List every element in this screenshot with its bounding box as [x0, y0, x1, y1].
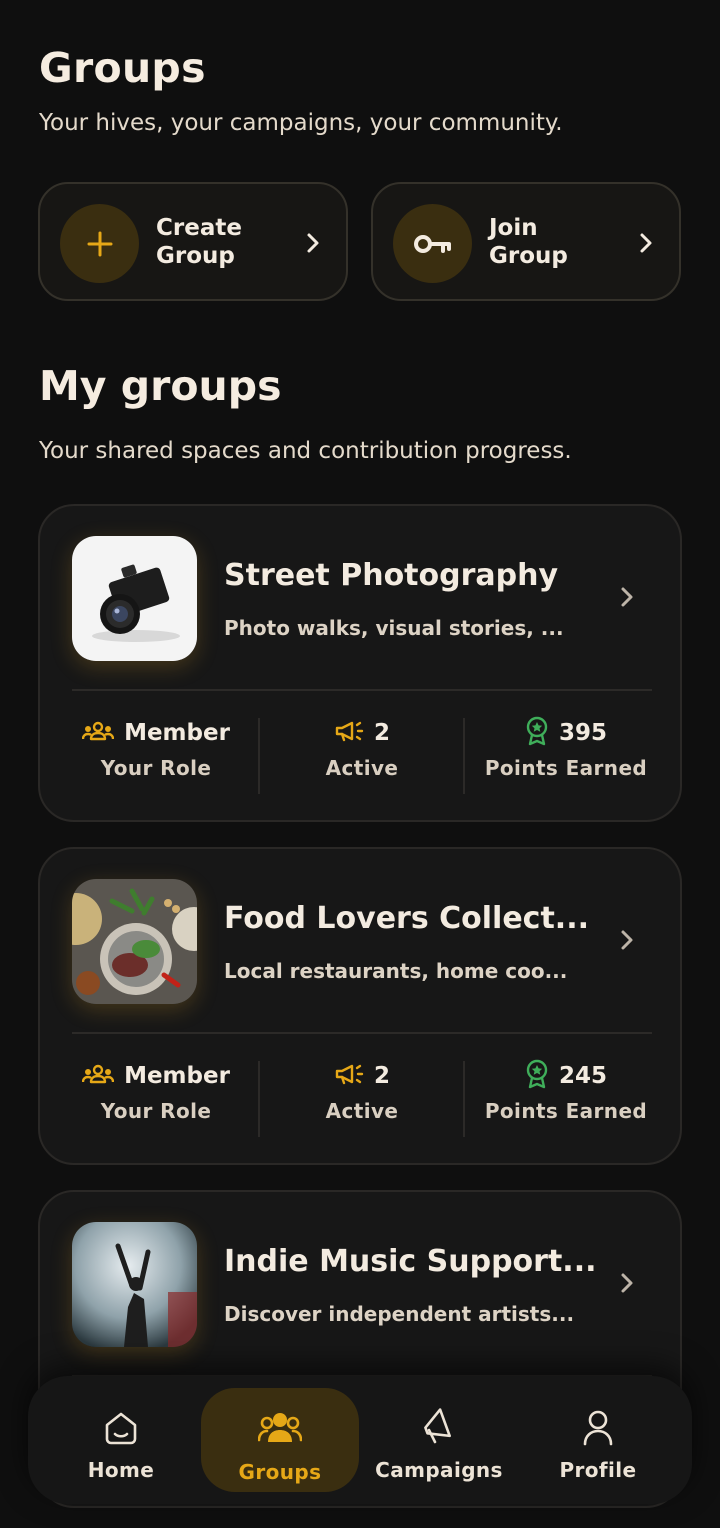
award-icon: [525, 716, 549, 750]
chevron-right-icon: [620, 1272, 634, 1298]
group-name: Indie Music Support...: [224, 1244, 597, 1279]
chevron-right-icon: [306, 232, 320, 258]
plus-icon: [60, 204, 139, 283]
points-label: Points Earned: [484, 1099, 648, 1123]
nav-groups-label: Groups: [238, 1460, 322, 1484]
groups-screen: Groups Your hives, your campaigns, your …: [0, 0, 720, 1528]
stat-separator: [463, 1061, 465, 1137]
divider: [72, 1032, 652, 1034]
stat-separator: [463, 718, 465, 794]
megaphone-icon: [334, 720, 364, 746]
nav-home[interactable]: Home: [42, 1388, 200, 1492]
active-label: Active: [325, 1099, 399, 1123]
active-stat: 2 Active: [264, 716, 460, 780]
join-group-button[interactable]: Join Group: [371, 182, 681, 301]
group-description: Discover independent artists...: [224, 1302, 575, 1326]
stat-separator: [258, 718, 260, 794]
group-description: Local restaurants, home coo...: [224, 959, 568, 983]
role-label: Your Role: [100, 1099, 212, 1123]
group-name: Street Photography: [224, 558, 559, 593]
my-groups-subtitle: Your shared spaces and contribution prog…: [39, 438, 572, 464]
stat-separator: [258, 1061, 260, 1137]
role-value: Member: [124, 1063, 230, 1089]
group-thumbnail: [72, 879, 197, 1004]
page-title: Groups: [39, 44, 206, 92]
divider: [72, 689, 652, 691]
create-group-button[interactable]: Create Group: [38, 182, 348, 301]
person-icon: [582, 1410, 614, 1450]
points-value: 245: [558, 1063, 607, 1089]
chevron-right-icon: [639, 232, 653, 258]
group-card-food-lovers[interactable]: Food Lovers Collect... Local restaurants…: [38, 847, 682, 1165]
nav-campaigns-label: Campaigns: [375, 1458, 503, 1482]
group-thumbnail: [72, 1222, 197, 1347]
points-stat: 395 Points Earned: [468, 716, 664, 780]
page-subtitle: Your hives, your campaigns, your communi…: [39, 110, 563, 136]
nav-profile-label: Profile: [559, 1458, 637, 1482]
nav-groups[interactable]: Groups: [201, 1388, 359, 1492]
groups-icon: [257, 1410, 303, 1450]
megaphone-icon: [334, 1063, 364, 1089]
home-icon: [103, 1410, 139, 1450]
people-icon: [81, 721, 115, 745]
active-value: 2: [373, 1063, 390, 1089]
group-thumbnail: [72, 536, 197, 661]
points-stat: 245 Points Earned: [468, 1059, 664, 1123]
award-icon: [525, 1059, 549, 1093]
key-icon: [393, 204, 472, 283]
nav-campaigns[interactable]: Campaigns: [360, 1388, 518, 1492]
points-value: 395: [558, 720, 607, 746]
active-stat: 2 Active: [264, 1059, 460, 1123]
bottom-nav: Home Groups Campaigns Profile: [28, 1376, 692, 1504]
create-group-label: Create Group: [156, 215, 242, 269]
active-label: Active: [325, 756, 399, 780]
role-stat: Member Your Role: [58, 1059, 254, 1123]
group-description: Photo walks, visual stories, ...: [224, 616, 564, 640]
chevron-right-icon: [620, 586, 634, 612]
chevron-right-icon: [620, 929, 634, 955]
group-name: Food Lovers Collect...: [224, 901, 589, 936]
join-group-label: Join Group: [489, 215, 568, 269]
megaphone-icon: [420, 1408, 458, 1450]
role-label: Your Role: [100, 756, 212, 780]
role-value: Member: [124, 720, 230, 746]
role-stat: Member Your Role: [58, 716, 254, 780]
nav-home-label: Home: [87, 1458, 155, 1482]
nav-profile[interactable]: Profile: [519, 1388, 677, 1492]
points-label: Points Earned: [484, 756, 648, 780]
my-groups-title: My groups: [39, 362, 282, 410]
active-value: 2: [373, 720, 390, 746]
group-card-street-photography[interactable]: Street Photography Photo walks, visual s…: [38, 504, 682, 822]
people-icon: [81, 1064, 115, 1088]
